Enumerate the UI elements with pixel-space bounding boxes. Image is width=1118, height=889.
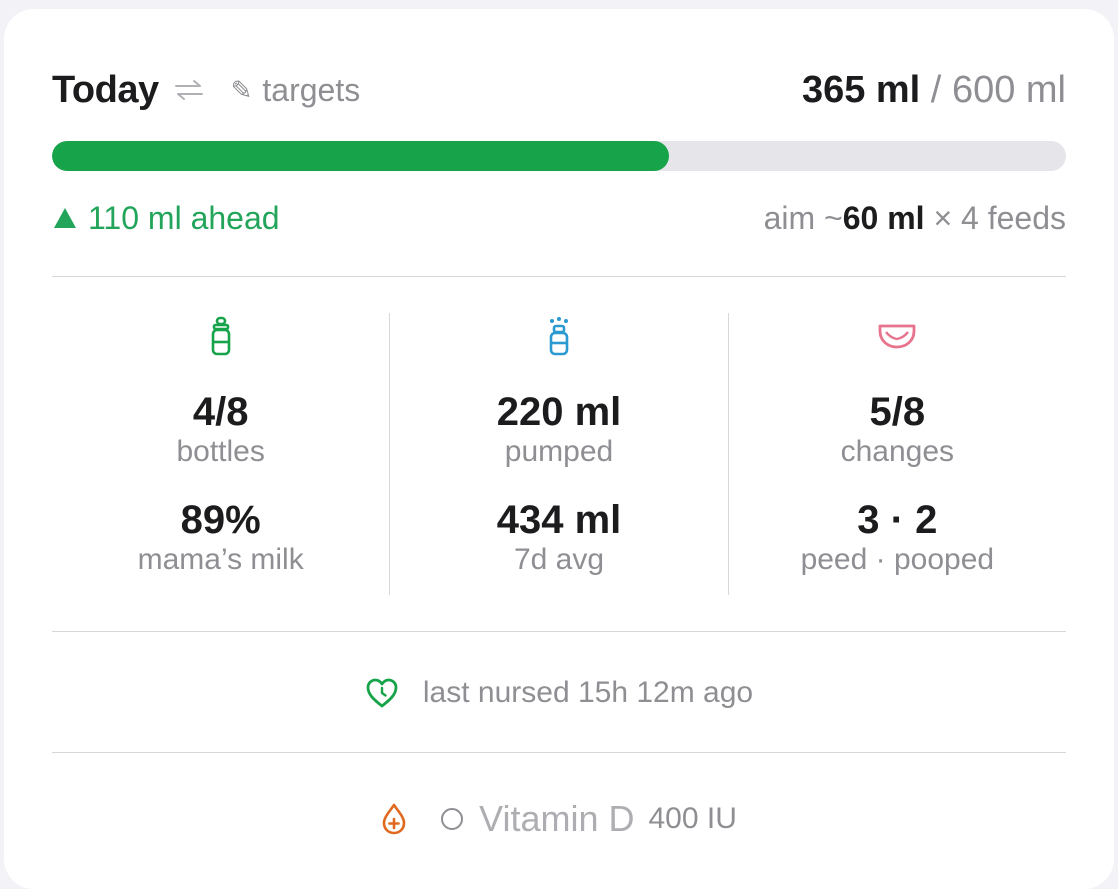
target-amount: 600 ml [951,68,1066,111]
stat-pumped[interactable]: 220 ml pumped 434 ml 7d avg [390,313,729,595]
last-nursed-text: last nursed 15h 12m ago [422,676,754,709]
stat-bottles[interactable]: 4/8 bottles 89% mama’s milk [52,313,391,595]
divider [52,631,1066,632]
vitamin-dose: 400 IU [648,802,737,835]
heart-clock-icon [365,677,399,709]
consumed-amount: 365 ml [801,68,921,111]
vitamin-row[interactable]: Vitamin D 400 IU [52,794,1066,844]
seven-day-avg-label: 7d avg [513,543,605,576]
bottle-icon [210,315,232,357]
changes-value: 5/8 [869,390,926,434]
pumped-label: pumped [504,435,614,468]
mamas-milk-label: mama’s milk [137,543,304,576]
peed-pooped-value: 3 · 2 [857,498,938,542]
triangle-up-icon [54,208,76,228]
total-separator: / [920,68,952,111]
last-nursed-row[interactable]: last nursed 15h 12m ago [52,668,1066,718]
ahead-text: 110 ml ahead [88,199,280,236]
stats-grid: 4/8 bottles 89% mama’s milk 220 ml pumpe… [52,313,1066,595]
page-title: Today [52,68,159,111]
ahead-indicator: 110 ml ahead [52,200,280,237]
targets-label: targets [262,71,361,108]
header-left: Today ✎ targets [52,69,360,112]
mamas-milk-value: 89% [180,498,261,542]
changes-label: changes [840,435,955,468]
aim-amount: 60 ml [842,199,925,236]
pumped-value: 220 ml [496,390,622,434]
medicine-drop-icon [381,802,407,836]
checkbox-circle-icon[interactable] [441,808,464,830]
status-row: 110 ml ahead aim ~60 ml × 4 feeds [52,196,1066,240]
bottles-label: bottles [176,435,265,468]
aim-suffix: × 4 feeds [924,199,1066,236]
vitamin-name: Vitamin D [479,798,635,839]
aim-prefix: aim ~ [763,199,843,236]
stat-changes[interactable]: 5/8 changes 3 · 2 peed · pooped [729,313,1066,595]
diaper-icon [877,315,917,357]
bottles-value: 4/8 [192,390,249,434]
peed-pooped-label: peed · pooped [800,543,995,576]
divider [52,276,1066,277]
swap-icon[interactable] [173,79,205,101]
pencil-icon: ✎ [230,74,253,105]
seven-day-avg-value: 434 ml [496,498,622,542]
edit-targets-button[interactable]: ✎ targets [231,72,361,109]
daily-total: 365 ml / 600 ml [802,69,1066,112]
breast-pump-icon [546,315,572,357]
progress-bar [52,141,1066,171]
divider [52,752,1066,753]
progress-fill [52,141,669,171]
aim-text: aim ~60 ml × 4 feeds [764,200,1066,237]
summary-header: Today ✎ targets 365 ml / 600 ml [52,66,1066,114]
